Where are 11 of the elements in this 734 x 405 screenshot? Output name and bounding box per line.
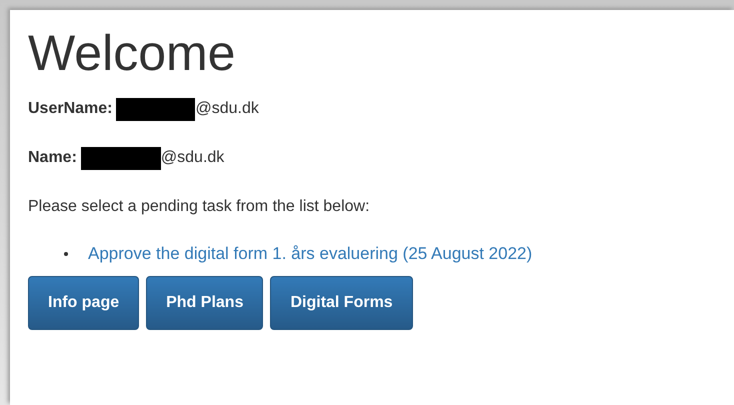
welcome-heading: Welcome	[28, 26, 236, 80]
nav-button[interactable]: Phd Plans	[146, 276, 264, 330]
bullet-icon	[64, 252, 68, 256]
instruction-text: Please select a pending task from the list below:	[28, 197, 371, 217]
field-label: UserName:	[28, 100, 112, 118]
field-value: @sdu.dk	[195, 100, 259, 118]
task-link[interactable]: Approve the digital form 1. års evaluering (25 August 2022)	[88, 244, 532, 264]
field-label: Name:	[28, 149, 77, 167]
nav-button[interactable]: Info page	[28, 276, 140, 330]
field-value: @sdu.dk	[160, 149, 224, 167]
nav-button[interactable]: Digital Forms	[270, 276, 413, 330]
